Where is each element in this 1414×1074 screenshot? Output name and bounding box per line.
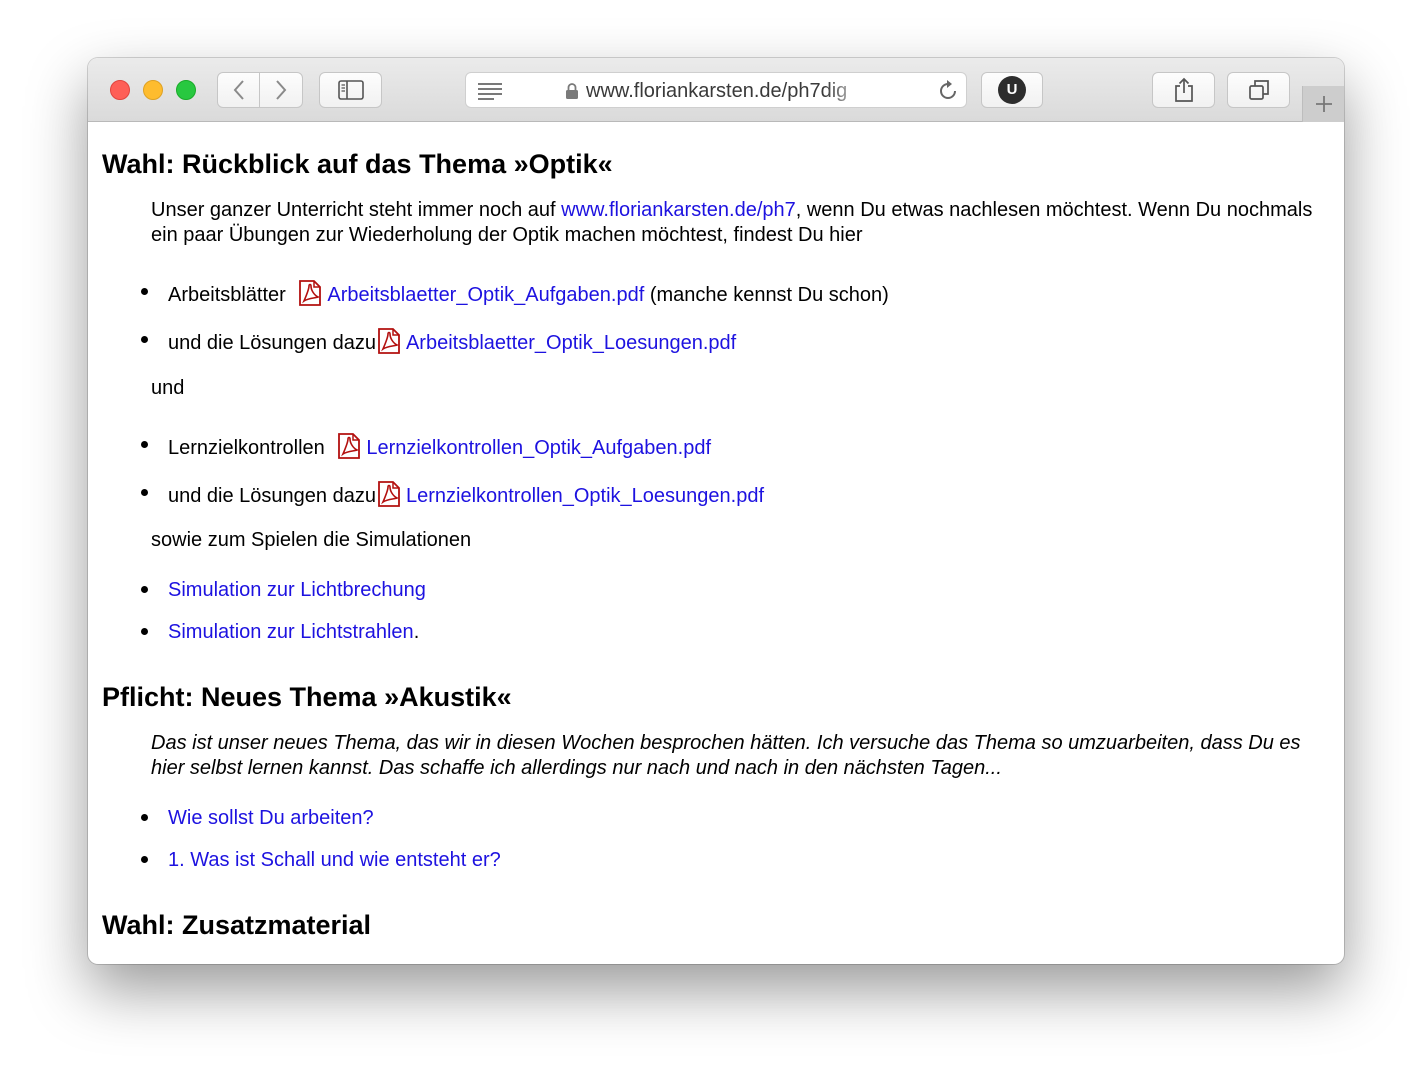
list-item-lernzielkontrollen-loesungen: und die Lösungen dazu Lernzielkontrollen…	[168, 481, 764, 509]
bullet-marker	[141, 489, 148, 496]
reader-view-icon[interactable]	[477, 82, 503, 100]
zoom-button[interactable]	[176, 80, 196, 100]
was-ist-schall-link[interactable]: 1. Was ist Schall und wie entsteht er?	[168, 848, 501, 873]
lernzielkontrollen-loesungen-link[interactable]: Lernzielkontrollen_Optik_Loesungen.pdf	[406, 484, 764, 509]
browser-window: www.floriankarsten.de/ph7dig U Wahl: Rüc…	[88, 58, 1344, 964]
simulation-lichtbrechung-link[interactable]: Simulation zur Lichtbrechung	[168, 578, 426, 603]
ph7-link[interactable]: www.floriankarsten.de/ph7	[561, 199, 796, 221]
optik-intro-paragraph: Unser ganzer Unterricht steht immer noch…	[151, 199, 1313, 246]
plus-icon	[1315, 96, 1332, 112]
address-bar[interactable]: www.floriankarsten.de/ph7dig	[465, 72, 967, 108]
list-item-arbeitsblaetter: Arbeitsblätter Arbeitsblaetter_Optik_Auf…	[168, 280, 889, 308]
chevron-right-icon	[276, 80, 287, 100]
bullet-marker	[141, 814, 148, 821]
pdf-icon	[299, 280, 322, 306]
pdf-icon	[338, 433, 361, 459]
section-heading-zusatzmaterial: Wahl: Zusatzmaterial	[102, 910, 372, 940]
bullet-marker	[141, 586, 148, 593]
extension-badge-icon: U	[998, 76, 1026, 104]
tabs-icon	[1248, 80, 1269, 100]
bullet-marker	[141, 628, 148, 635]
section-heading-optik: Wahl: Rückblick auf das Thema »Optik«	[102, 149, 613, 179]
section-heading-akustik: Pflicht: Neues Thema »Akustik«	[102, 682, 512, 712]
connector-text: und	[151, 377, 185, 399]
back-button[interactable]	[217, 72, 260, 108]
forward-button[interactable]	[259, 72, 303, 108]
lock-icon	[566, 83, 578, 99]
wie-sollst-du-arbeiten-link[interactable]: Wie sollst Du arbeiten?	[168, 806, 374, 831]
arbeitsblaetter-loesungen-link[interactable]: Arbeitsblaetter_Optik_Loesungen.pdf	[406, 331, 736, 356]
bullet-marker	[141, 288, 148, 295]
address-text[interactable]: www.floriankarsten.de/ph7dig	[586, 81, 868, 101]
list-item-arbeitsblaetter-loesungen: und die Lösungen dazu Arbeitsblaetter_Op…	[168, 328, 736, 356]
akustik-intro-paragraph: Das ist unser neues Thema, das wir in di…	[151, 732, 1301, 779]
page-content: Wahl: Rückblick auf das Thema »Optik« Un…	[88, 122, 1344, 964]
extension-button[interactable]: U	[981, 72, 1043, 108]
simulation-lichtstrahlen-link[interactable]: Simulation zur Lichtstrahlen	[168, 620, 414, 645]
arbeitsblaetter-aufgaben-link[interactable]: Arbeitsblaetter_Optik_Aufgaben.pdf	[327, 283, 644, 308]
list-item-simulation-lichtbrechung: Simulation zur Lichtbrechung	[168, 578, 426, 603]
sidebar-button[interactable]	[319, 72, 382, 108]
browser-toolbar: www.floriankarsten.de/ph7dig U	[88, 58, 1344, 122]
bullet-marker	[141, 336, 148, 343]
close-button[interactable]	[110, 80, 130, 100]
list-item-lernzielkontrollen: Lernzielkontrollen Lernzielkontrollen_Op…	[168, 433, 711, 461]
tabs-overview-button[interactable]	[1227, 72, 1290, 108]
reload-icon[interactable]	[936, 79, 960, 103]
bullet-marker	[141, 856, 148, 863]
new-tab-button[interactable]	[1302, 86, 1344, 122]
minimize-button[interactable]	[143, 80, 163, 100]
share-button[interactable]	[1152, 72, 1215, 108]
sidebar-icon	[337, 80, 364, 100]
pdf-icon	[378, 328, 400, 354]
share-icon	[1174, 77, 1193, 102]
simulations-intro-text: sowie zum Spielen die Simulationen	[151, 529, 472, 551]
list-item-schall: 1. Was ist Schall und wie entsteht er?	[168, 848, 501, 873]
list-item-arbeiten: Wie sollst Du arbeiten?	[168, 806, 374, 831]
lernzielkontrollen-aufgaben-link[interactable]: Lernzielkontrollen_Optik_Aufgaben.pdf	[366, 436, 711, 461]
bullet-marker	[141, 441, 148, 448]
pdf-icon	[378, 481, 400, 507]
chevron-left-icon	[233, 80, 244, 100]
list-item-simulation-lichtstrahlen: Simulation zur Lichtstrahlen.	[168, 620, 420, 645]
navigation-buttons	[217, 72, 303, 108]
